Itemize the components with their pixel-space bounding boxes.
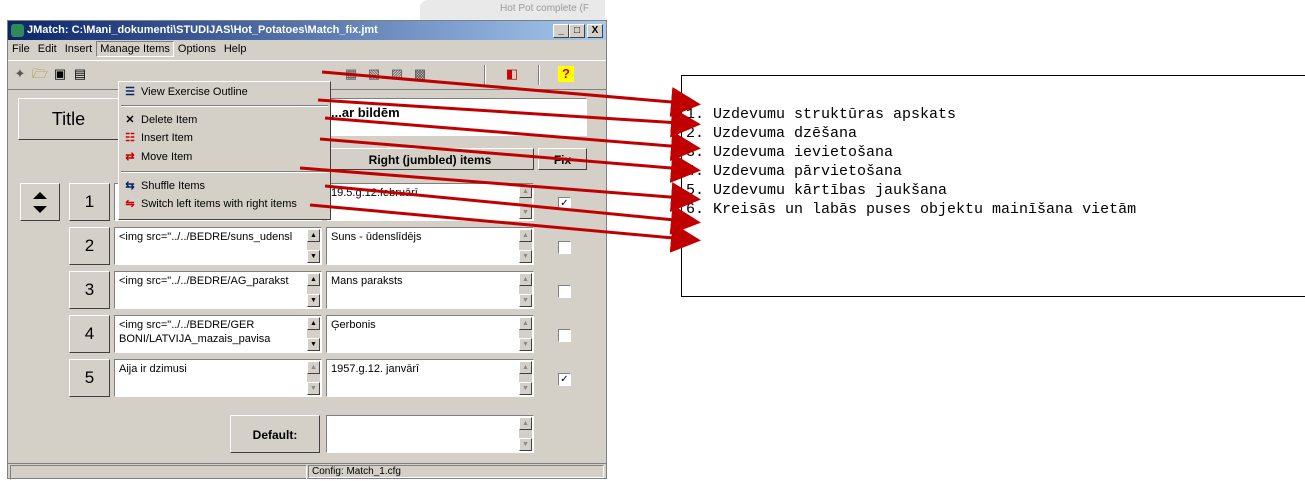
arrow-1: [321, 70, 701, 117]
arrow-6: [324, 184, 701, 235]
arrow-2: [317, 98, 701, 138]
arrow-5: [299, 166, 701, 213]
annotation-arrows: [299, 70, 701, 253]
arrow-7: [309, 203, 701, 253]
